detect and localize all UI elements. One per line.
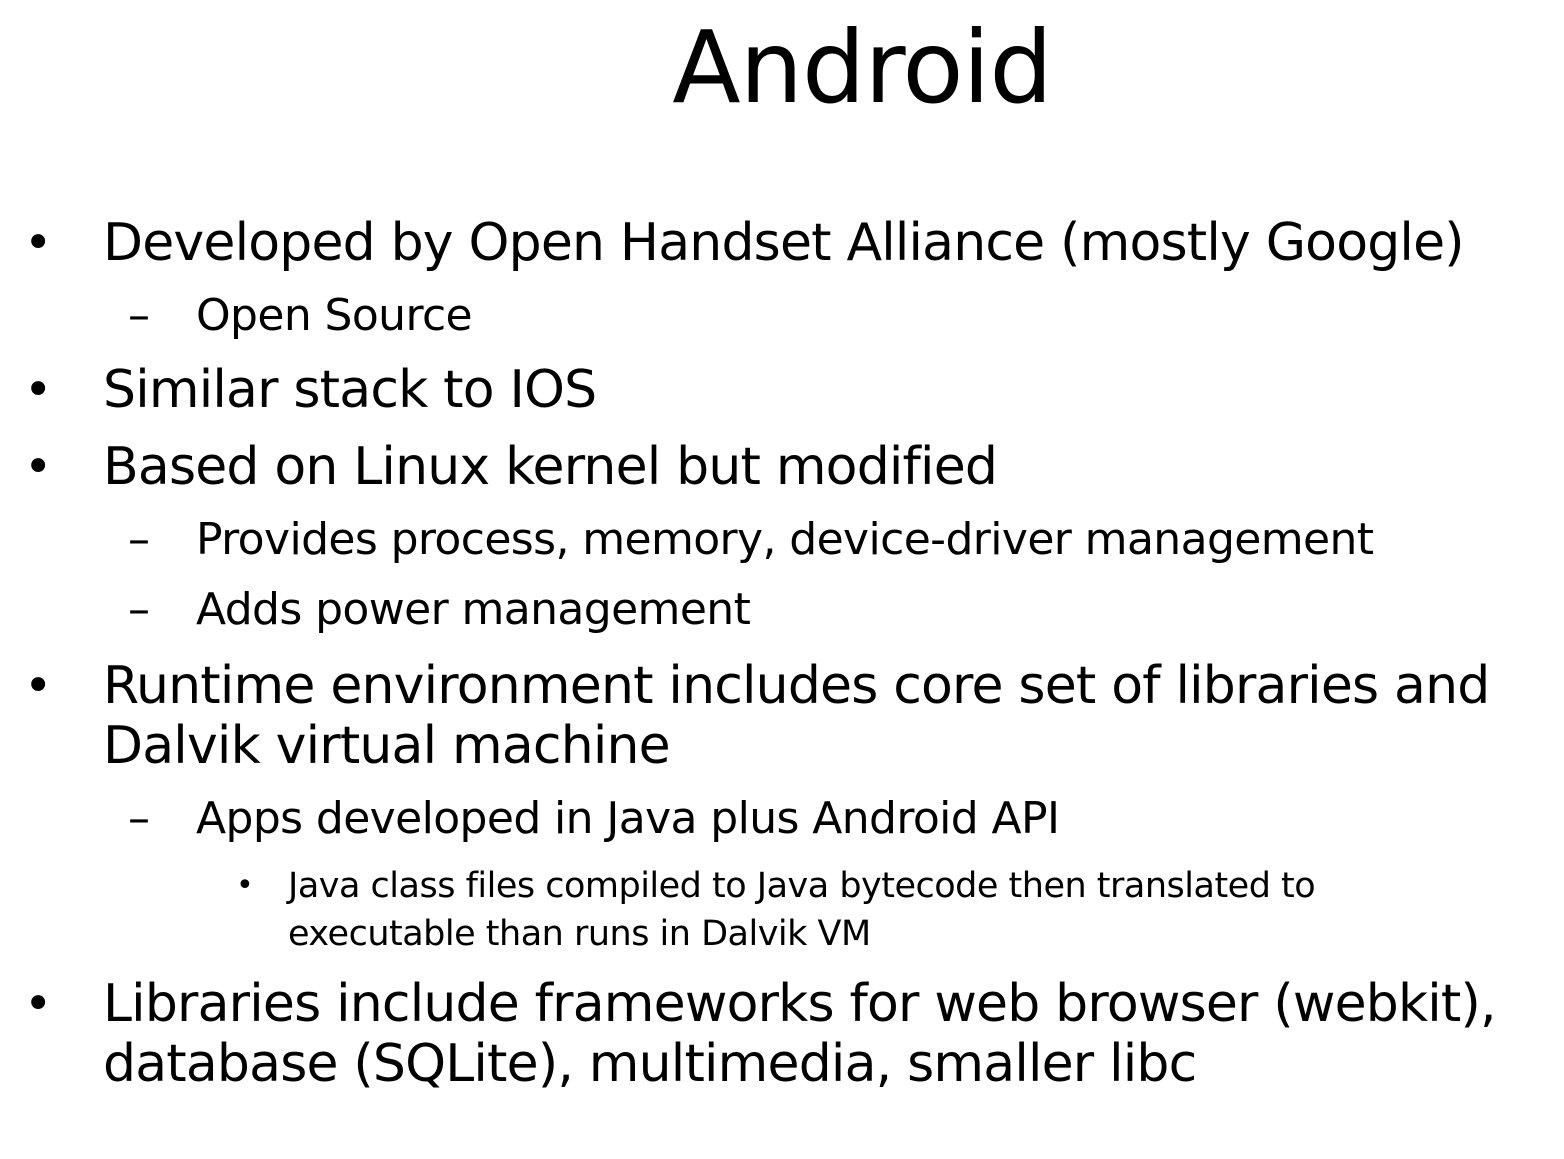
sub-bullet-text: Adds power management bbox=[196, 584, 751, 635]
bullet-text: Developed by Open Handset Alliance (most… bbox=[103, 213, 1465, 273]
bullet-marker: • bbox=[24, 658, 52, 714]
slide-title: Android bbox=[672, 9, 1053, 126]
sub-bullet-marker: – bbox=[128, 290, 150, 341]
sub-sub-bullet-marker: • bbox=[236, 868, 254, 903]
sub-sub-bullet-text: Java class files compiled to Java byteco… bbox=[288, 866, 1316, 906]
bullet-marker: • bbox=[24, 215, 52, 271]
bullet-text: Based on Linux kernel but modified bbox=[103, 437, 998, 497]
bullet-text: Similar stack to IOS bbox=[103, 360, 597, 420]
bullet-text: Libraries include frameworks for web bro… bbox=[103, 974, 1497, 1034]
slide: Android • Developed by Open Handset Alli… bbox=[0, 0, 1564, 1159]
bullet-marker: • bbox=[24, 362, 52, 418]
sub-bullet-marker: – bbox=[128, 584, 150, 635]
sub-sub-bullet-text-continuation: executable than runs in Dalvik VM bbox=[288, 914, 871, 954]
sub-bullet-marker: – bbox=[128, 514, 150, 565]
bullet-text-continuation: Dalvik virtual machine bbox=[103, 716, 671, 776]
bullet-text-continuation: database (SQLite), multimedia, smaller l… bbox=[103, 1034, 1197, 1094]
sub-bullet-text: Apps developed in Java plus Android API bbox=[196, 793, 1060, 844]
bullet-text: Runtime environment includes core set of… bbox=[103, 656, 1490, 716]
bullet-marker: • bbox=[24, 439, 52, 495]
sub-bullet-marker: – bbox=[128, 793, 150, 844]
sub-bullet-text: Open Source bbox=[196, 290, 473, 341]
sub-bullet-text: Provides process, memory, device-driver … bbox=[196, 514, 1374, 565]
bullet-marker: • bbox=[24, 976, 52, 1032]
